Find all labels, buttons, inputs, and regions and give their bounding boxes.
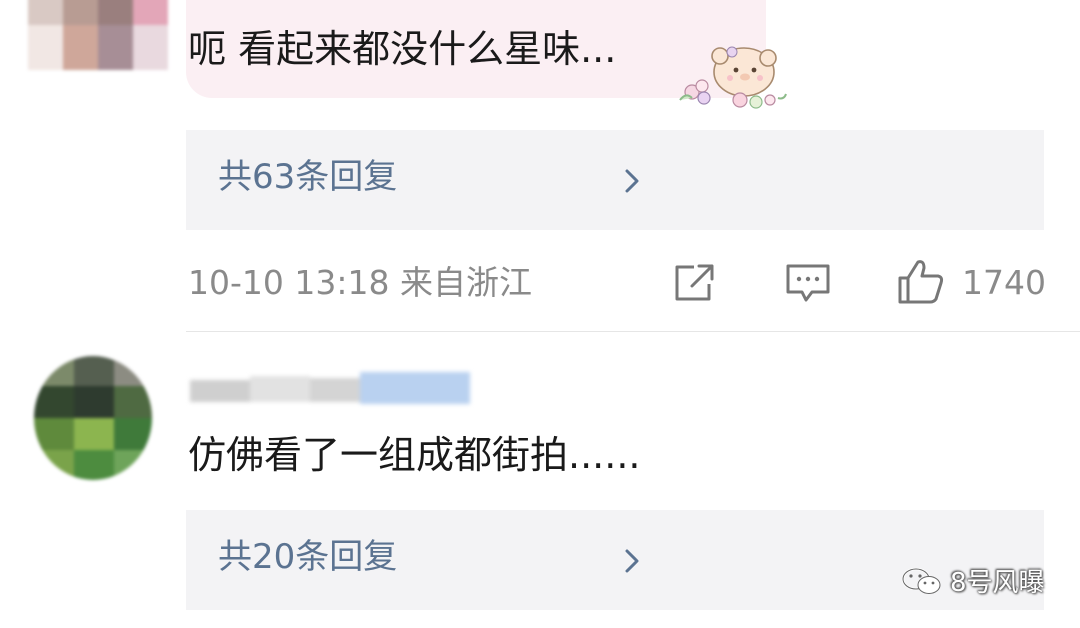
thumbs-up-icon[interactable]: [896, 256, 946, 306]
wechat-icon: [901, 567, 941, 594]
like-count: 1740: [962, 263, 1046, 302]
chevron-right-icon: [625, 169, 639, 193]
comment-text: 呃 看起来都没什么星味...: [188, 27, 617, 71]
username[interactable]: [190, 366, 480, 410]
view-replies-button[interactable]: 共63条回复: [186, 130, 1044, 230]
replies-count-label: 共63条回复: [218, 157, 398, 197]
comment-meta: 10-10 13:18 来自浙江: [188, 263, 532, 302]
watermark: 8号风曝: [900, 562, 1045, 599]
comment-icon[interactable]: [784, 262, 832, 304]
avatar[interactable]: [34, 356, 152, 480]
chevron-right-icon: [625, 549, 639, 573]
share-icon[interactable]: [672, 262, 718, 304]
watermark-text: 8号风曝: [950, 568, 1045, 598]
weibo-comment-page: 呃 看起来都没什么星味... 共63条回复 10-10 13:18 来自浙江 1…: [0, 0, 1080, 628]
divider: [186, 331, 1080, 332]
comment-text: 仿佛看了一组成都街拍......: [188, 433, 641, 477]
avatar[interactable]: [28, 0, 168, 70]
replies-count-label: 共20条回复: [218, 537, 398, 577]
bear-flower-sticker-icon: [679, 46, 787, 109]
